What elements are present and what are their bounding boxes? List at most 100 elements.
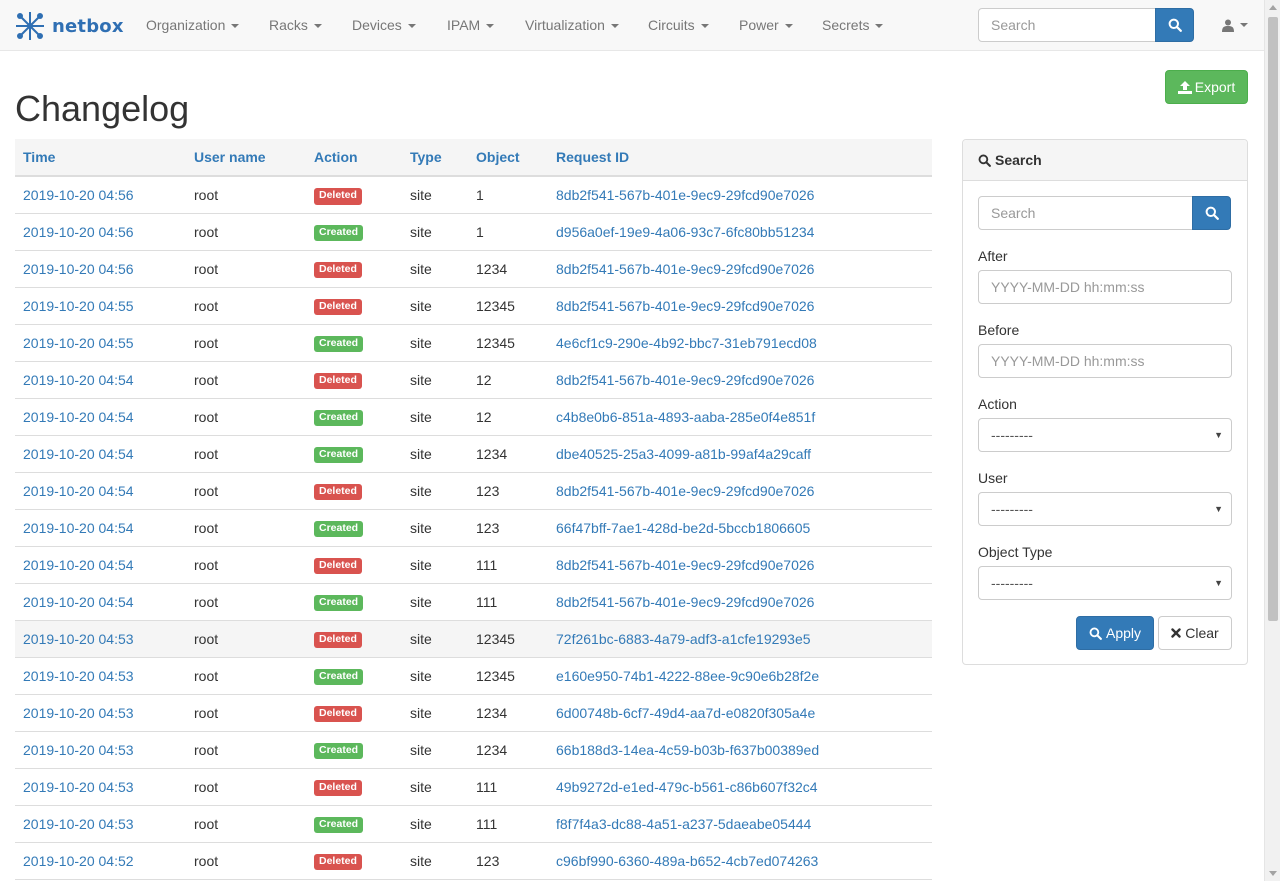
time-link[interactable]: 2019-10-20 04:54 — [23, 372, 134, 388]
request-id-link[interactable]: c96bf990-6360-489a-b652-4cb7ed074263 — [556, 853, 818, 869]
cell-action: Created — [306, 324, 402, 362]
nav-circuits[interactable]: Circuits — [648, 0, 709, 50]
apply-button[interactable]: Apply — [1076, 616, 1154, 650]
sort-object-link[interactable]: Object — [476, 149, 520, 165]
time-link[interactable]: 2019-10-20 04:54 — [23, 520, 134, 536]
request-id-link[interactable]: dbe40525-25a3-4099-a81b-99af4a29caff — [556, 446, 811, 462]
time-link[interactable]: 2019-10-20 04:52 — [23, 853, 134, 869]
clear-button[interactable]: Clear — [1158, 616, 1232, 650]
nav-power[interactable]: Power — [739, 0, 793, 50]
time-link[interactable]: 2019-10-20 04:53 — [23, 668, 134, 684]
column-header-request-id[interactable]: Request ID — [548, 139, 932, 177]
time-link[interactable]: 2019-10-20 04:54 — [23, 483, 134, 499]
request-id-link[interactable]: d956a0ef-19e9-4a06-93c7-6fc80bb51234 — [556, 224, 814, 240]
time-link[interactable]: 2019-10-20 04:53 — [23, 816, 134, 832]
nav-search-input[interactable] — [978, 8, 1156, 42]
column-header-time[interactable]: Time — [15, 139, 186, 177]
cell-type: site — [402, 213, 468, 251]
nav-ipam[interactable]: IPAM — [447, 0, 495, 50]
column-header-user-name[interactable]: User name — [186, 139, 306, 177]
filter-search-button[interactable] — [1192, 196, 1231, 230]
request-id-link[interactable]: f8f7f4a3-dc88-4a51-a237-5daeabe05444 — [556, 816, 811, 832]
sort-time-link[interactable]: Time — [23, 149, 55, 165]
request-id-link[interactable]: 8db2f541-567b-401e-9ec9-29fcd90e7026 — [556, 261, 814, 277]
time-link[interactable]: 2019-10-20 04:53 — [23, 742, 134, 758]
time-link[interactable]: 2019-10-20 04:54 — [23, 409, 134, 425]
request-id-link[interactable]: 49b9272d-e1ed-479c-b561-c86b607f32c4 — [556, 779, 818, 795]
sort-type-link[interactable]: Type — [410, 149, 442, 165]
page-scrollbar[interactable] — [1264, 0, 1280, 881]
column-header-object[interactable]: Object — [468, 139, 548, 177]
after-input[interactable] — [978, 270, 1232, 304]
time-link[interactable]: 2019-10-20 04:56 — [23, 187, 134, 203]
time-link[interactable]: 2019-10-20 04:53 — [23, 631, 134, 647]
cell-type: site — [402, 398, 468, 436]
table-row: 2019-10-20 04:56 root Deleted site 1234 8db2f… — [15, 250, 932, 288]
nav-devices[interactable]: Devices — [352, 0, 416, 50]
request-id-link[interactable]: 4e6cf1c9-290e-4b92-bbc7-31eb791ecd08 — [556, 335, 817, 351]
brand-logo[interactable]: netbox — [14, 11, 124, 41]
cell-action: Created — [306, 583, 402, 621]
scroll-up-icon[interactable] — [1269, 5, 1277, 10]
time-link[interactable]: 2019-10-20 04:54 — [23, 446, 134, 462]
search-icon — [1205, 206, 1219, 220]
table-row: 2019-10-20 04:53 root Created site 1234 66b18… — [15, 731, 932, 769]
user-menu[interactable] — [1222, 15, 1248, 35]
time-link[interactable]: 2019-10-20 04:56 — [23, 224, 134, 240]
table-row: 2019-10-20 04:54 root Deleted site 12 8db2f54… — [15, 361, 932, 399]
request-id-link[interactable]: 66f47bff-7ae1-428d-be2d-5bccb1806605 — [556, 520, 810, 536]
column-header-action[interactable]: Action — [306, 139, 402, 177]
user-select[interactable]: --------- ▼ — [978, 492, 1232, 526]
request-id-link[interactable]: 8db2f541-567b-401e-9ec9-29fcd90e7026 — [556, 372, 814, 388]
time-link[interactable]: 2019-10-20 04:55 — [23, 335, 134, 351]
object-type-select[interactable]: --------- ▼ — [978, 566, 1232, 600]
sort-request-id-link[interactable]: Request ID — [556, 149, 629, 165]
cell-request-id: 72f261bc-6883-4a79-adf3-a1cfe19293e5 — [548, 620, 932, 658]
time-link[interactable]: 2019-10-20 04:55 — [23, 298, 134, 314]
cell-type: site — [402, 250, 468, 288]
request-id-link[interactable]: 8db2f541-567b-401e-9ec9-29fcd90e7026 — [556, 594, 814, 610]
top-navbar: netbox Organization Racks Devices IPAM V… — [0, 0, 1264, 51]
request-id-link[interactable]: 8db2f541-567b-401e-9ec9-29fcd90e7026 — [556, 483, 814, 499]
scroll-thumb[interactable] — [1268, 17, 1278, 621]
request-id-link[interactable]: 72f261bc-6883-4a79-adf3-a1cfe19293e5 — [556, 631, 811, 647]
nav-virtualization[interactable]: Virtualization — [525, 0, 619, 50]
action-select[interactable]: --------- ▼ — [978, 418, 1232, 452]
table-row: 2019-10-20 04:54 root Created site 12 c4b8e0b… — [15, 398, 932, 436]
search-icon — [978, 154, 991, 167]
cell-time: 2019-10-20 04:53 — [15, 694, 186, 732]
time-link[interactable]: 2019-10-20 04:54 — [23, 557, 134, 573]
cell-object: 111 — [468, 768, 548, 806]
cell-type: site — [402, 509, 468, 547]
sort-action-link[interactable]: Action — [314, 149, 358, 165]
time-link[interactable]: 2019-10-20 04:56 — [23, 261, 134, 277]
request-id-link[interactable]: 8db2f541-567b-401e-9ec9-29fcd90e7026 — [556, 187, 814, 203]
cell-user: root — [186, 398, 306, 436]
column-header-type[interactable]: Type — [402, 139, 468, 177]
cell-object: 111 — [468, 583, 548, 621]
request-id-link[interactable]: 6d00748b-6cf7-49d4-aa7d-e0820f305a4e — [556, 705, 815, 721]
sort-user-link[interactable]: User name — [194, 149, 266, 165]
cell-action: Created — [306, 657, 402, 695]
nav-organization[interactable]: Organization — [146, 0, 240, 50]
cell-action: Created — [306, 213, 402, 251]
scroll-down-icon[interactable] — [1269, 871, 1277, 876]
filter-search-input[interactable] — [978, 196, 1193, 230]
request-id-link[interactable]: 8db2f541-567b-401e-9ec9-29fcd90e7026 — [556, 298, 814, 314]
cell-request-id: d956a0ef-19e9-4a06-93c7-6fc80bb51234 — [548, 213, 932, 251]
action-badge: Created — [314, 816, 364, 834]
cell-time: 2019-10-20 04:56 — [15, 176, 186, 214]
request-id-link[interactable]: 8db2f541-567b-401e-9ec9-29fcd90e7026 — [556, 557, 814, 573]
before-input[interactable] — [978, 344, 1232, 378]
time-link[interactable]: 2019-10-20 04:53 — [23, 779, 134, 795]
nav-secrets[interactable]: Secrets — [822, 0, 884, 50]
time-link[interactable]: 2019-10-20 04:54 — [23, 594, 134, 610]
request-id-link[interactable]: 66b188d3-14ea-4c59-b03b-f637b00389ed — [556, 742, 819, 758]
cell-object: 1 — [468, 213, 548, 251]
time-link[interactable]: 2019-10-20 04:53 — [23, 705, 134, 721]
nav-racks[interactable]: Racks — [269, 0, 322, 50]
nav-search-button[interactable] — [1155, 8, 1194, 42]
request-id-link[interactable]: e160e950-74b1-4222-88ee-9c90e6b28f2e — [556, 668, 819, 684]
export-button[interactable]: Export — [1165, 70, 1248, 104]
request-id-link[interactable]: c4b8e0b6-851a-4893-aaba-285e0f4e851f — [556, 409, 815, 425]
